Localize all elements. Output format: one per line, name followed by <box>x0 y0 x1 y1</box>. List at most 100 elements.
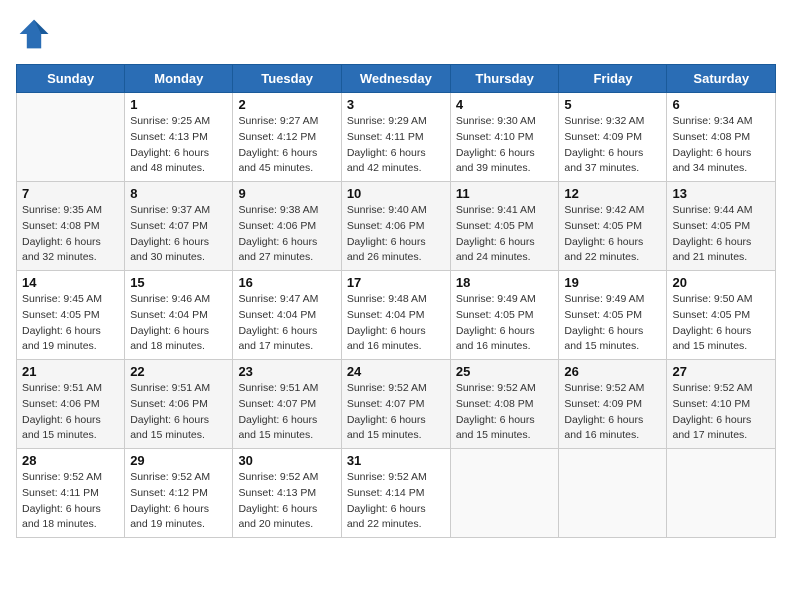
day-cell: 22 Sunrise: 9:51 AMSunset: 4:06 PMDayligh… <box>125 360 233 449</box>
day-cell: 19 Sunrise: 9:49 AMSunset: 4:05 PMDayligh… <box>559 271 667 360</box>
day-cell: 24 Sunrise: 9:52 AMSunset: 4:07 PMDayligh… <box>341 360 450 449</box>
day-info: Sunrise: 9:52 AMSunset: 4:14 PMDaylight:… <box>347 470 445 533</box>
day-cell: 14 Sunrise: 9:45 AMSunset: 4:05 PMDayligh… <box>17 271 125 360</box>
day-number: 25 <box>456 364 554 379</box>
day-number: 16 <box>238 275 335 290</box>
day-number: 28 <box>22 453 119 468</box>
day-info: Sunrise: 9:29 AMSunset: 4:11 PMDaylight:… <box>347 114 445 177</box>
day-info: Sunrise: 9:35 AMSunset: 4:08 PMDaylight:… <box>22 203 119 266</box>
day-info: Sunrise: 9:52 AMSunset: 4:08 PMDaylight:… <box>456 381 554 444</box>
day-cell <box>17 93 125 182</box>
day-info: Sunrise: 9:34 AMSunset: 4:08 PMDaylight:… <box>672 114 770 177</box>
day-cell: 6 Sunrise: 9:34 AMSunset: 4:08 PMDaylight… <box>667 93 776 182</box>
day-number: 26 <box>564 364 661 379</box>
week-row-1: 7 Sunrise: 9:35 AMSunset: 4:08 PMDaylight… <box>17 182 776 271</box>
day-cell: 21 Sunrise: 9:51 AMSunset: 4:06 PMDayligh… <box>17 360 125 449</box>
day-number: 11 <box>456 186 554 201</box>
day-cell: 30 Sunrise: 9:52 AMSunset: 4:13 PMDayligh… <box>233 449 341 538</box>
day-info: Sunrise: 9:52 AMSunset: 4:09 PMDaylight:… <box>564 381 661 444</box>
day-info: Sunrise: 9:37 AMSunset: 4:07 PMDaylight:… <box>130 203 227 266</box>
day-cell: 4 Sunrise: 9:30 AMSunset: 4:10 PMDaylight… <box>450 93 559 182</box>
day-cell: 17 Sunrise: 9:48 AMSunset: 4:04 PMDayligh… <box>341 271 450 360</box>
day-cell: 7 Sunrise: 9:35 AMSunset: 4:08 PMDaylight… <box>17 182 125 271</box>
day-info: Sunrise: 9:52 AMSunset: 4:13 PMDaylight:… <box>238 470 335 533</box>
day-cell: 9 Sunrise: 9:38 AMSunset: 4:06 PMDaylight… <box>233 182 341 271</box>
day-number: 4 <box>456 97 554 112</box>
header-saturday: Saturday <box>667 65 776 93</box>
header-wednesday: Wednesday <box>341 65 450 93</box>
day-cell: 23 Sunrise: 9:51 AMSunset: 4:07 PMDayligh… <box>233 360 341 449</box>
week-row-3: 21 Sunrise: 9:51 AMSunset: 4:06 PMDayligh… <box>17 360 776 449</box>
day-cell: 1 Sunrise: 9:25 AMSunset: 4:13 PMDaylight… <box>125 93 233 182</box>
week-row-4: 28 Sunrise: 9:52 AMSunset: 4:11 PMDayligh… <box>17 449 776 538</box>
calendar-body: 1 Sunrise: 9:25 AMSunset: 4:13 PMDaylight… <box>17 93 776 538</box>
header-tuesday: Tuesday <box>233 65 341 93</box>
header-friday: Friday <box>559 65 667 93</box>
day-info: Sunrise: 9:27 AMSunset: 4:12 PMDaylight:… <box>238 114 335 177</box>
week-row-2: 14 Sunrise: 9:45 AMSunset: 4:05 PMDayligh… <box>17 271 776 360</box>
day-info: Sunrise: 9:51 AMSunset: 4:06 PMDaylight:… <box>22 381 119 444</box>
day-info: Sunrise: 9:38 AMSunset: 4:06 PMDaylight:… <box>238 203 335 266</box>
header-thursday: Thursday <box>450 65 559 93</box>
day-info: Sunrise: 9:51 AMSunset: 4:06 PMDaylight:… <box>130 381 227 444</box>
day-number: 18 <box>456 275 554 290</box>
day-info: Sunrise: 9:44 AMSunset: 4:05 PMDaylight:… <box>672 203 770 266</box>
header-row: SundayMondayTuesdayWednesdayThursdayFrid… <box>17 65 776 93</box>
day-number: 31 <box>347 453 445 468</box>
day-number: 30 <box>238 453 335 468</box>
day-number: 19 <box>564 275 661 290</box>
day-number: 6 <box>672 97 770 112</box>
day-info: Sunrise: 9:52 AMSunset: 4:07 PMDaylight:… <box>347 381 445 444</box>
day-cell: 2Sunrise: 9:27 AMSunset: 4:12 PMDaylight… <box>233 93 341 182</box>
day-number: 24 <box>347 364 445 379</box>
day-cell: 20Sunrise: 9:50 AMSunset: 4:05 PMDayligh… <box>667 271 776 360</box>
calendar-table: SundayMondayTuesdayWednesdayThursdayFrid… <box>16 64 776 538</box>
header-monday: Monday <box>125 65 233 93</box>
day-cell <box>559 449 667 538</box>
day-number: 15 <box>130 275 227 290</box>
day-number: 22 <box>130 364 227 379</box>
day-number: 23 <box>238 364 335 379</box>
day-info: Sunrise: 9:52 AMSunset: 4:10 PMDaylight:… <box>672 381 770 444</box>
day-cell: 31 Sunrise: 9:52 AMSunset: 4:14 PMDayligh… <box>341 449 450 538</box>
day-info: Sunrise: 9:48 AMSunset: 4:04 PMDaylight:… <box>347 292 445 355</box>
day-info: Sunrise: 9:25 AMSunset: 4:13 PMDaylight:… <box>130 114 227 177</box>
day-number: 12 <box>564 186 661 201</box>
day-number: 9 <box>238 186 335 201</box>
header-sunday: Sunday <box>17 65 125 93</box>
day-cell: 11Sunrise: 9:41 AMSunset: 4:05 PMDayligh… <box>450 182 559 271</box>
week-row-0: 1 Sunrise: 9:25 AMSunset: 4:13 PMDaylight… <box>17 93 776 182</box>
day-info: Sunrise: 9:46 AMSunset: 4:04 PMDaylight:… <box>130 292 227 355</box>
day-number: 29 <box>130 453 227 468</box>
day-number: 17 <box>347 275 445 290</box>
day-info: Sunrise: 9:52 AMSunset: 4:11 PMDaylight:… <box>22 470 119 533</box>
day-number: 14 <box>22 275 119 290</box>
day-cell: 8 Sunrise: 9:37 AMSunset: 4:07 PMDaylight… <box>125 182 233 271</box>
day-cell: 3Sunrise: 9:29 AMSunset: 4:11 PMDaylight… <box>341 93 450 182</box>
day-cell <box>450 449 559 538</box>
day-number: 1 <box>130 97 227 112</box>
calendar-header: SundayMondayTuesdayWednesdayThursdayFrid… <box>17 65 776 93</box>
day-info: Sunrise: 9:40 AMSunset: 4:06 PMDaylight:… <box>347 203 445 266</box>
day-cell: 16Sunrise: 9:47 AMSunset: 4:04 PMDayligh… <box>233 271 341 360</box>
day-cell: 18 Sunrise: 9:49 AMSunset: 4:05 PMDayligh… <box>450 271 559 360</box>
day-info: Sunrise: 9:52 AMSunset: 4:12 PMDaylight:… <box>130 470 227 533</box>
day-cell: 12Sunrise: 9:42 AMSunset: 4:05 PMDayligh… <box>559 182 667 271</box>
day-number: 8 <box>130 186 227 201</box>
day-cell: 5Sunrise: 9:32 AMSunset: 4:09 PMDaylight… <box>559 93 667 182</box>
day-number: 27 <box>672 364 770 379</box>
day-number: 10 <box>347 186 445 201</box>
day-number: 21 <box>22 364 119 379</box>
day-info: Sunrise: 9:45 AMSunset: 4:05 PMDaylight:… <box>22 292 119 355</box>
day-number: 7 <box>22 186 119 201</box>
logo <box>16 16 58 52</box>
day-number: 13 <box>672 186 770 201</box>
day-cell: 27 Sunrise: 9:52 AMSunset: 4:10 PMDayligh… <box>667 360 776 449</box>
day-cell: 26 Sunrise: 9:52 AMSunset: 4:09 PMDayligh… <box>559 360 667 449</box>
day-info: Sunrise: 9:49 AMSunset: 4:05 PMDaylight:… <box>564 292 661 355</box>
day-info: Sunrise: 9:50 AMSunset: 4:05 PMDaylight:… <box>672 292 770 355</box>
day-info: Sunrise: 9:32 AMSunset: 4:09 PMDaylight:… <box>564 114 661 177</box>
day-info: Sunrise: 9:49 AMSunset: 4:05 PMDaylight:… <box>456 292 554 355</box>
day-info: Sunrise: 9:51 AMSunset: 4:07 PMDaylight:… <box>238 381 335 444</box>
day-info: Sunrise: 9:30 AMSunset: 4:10 PMDaylight:… <box>456 114 554 177</box>
